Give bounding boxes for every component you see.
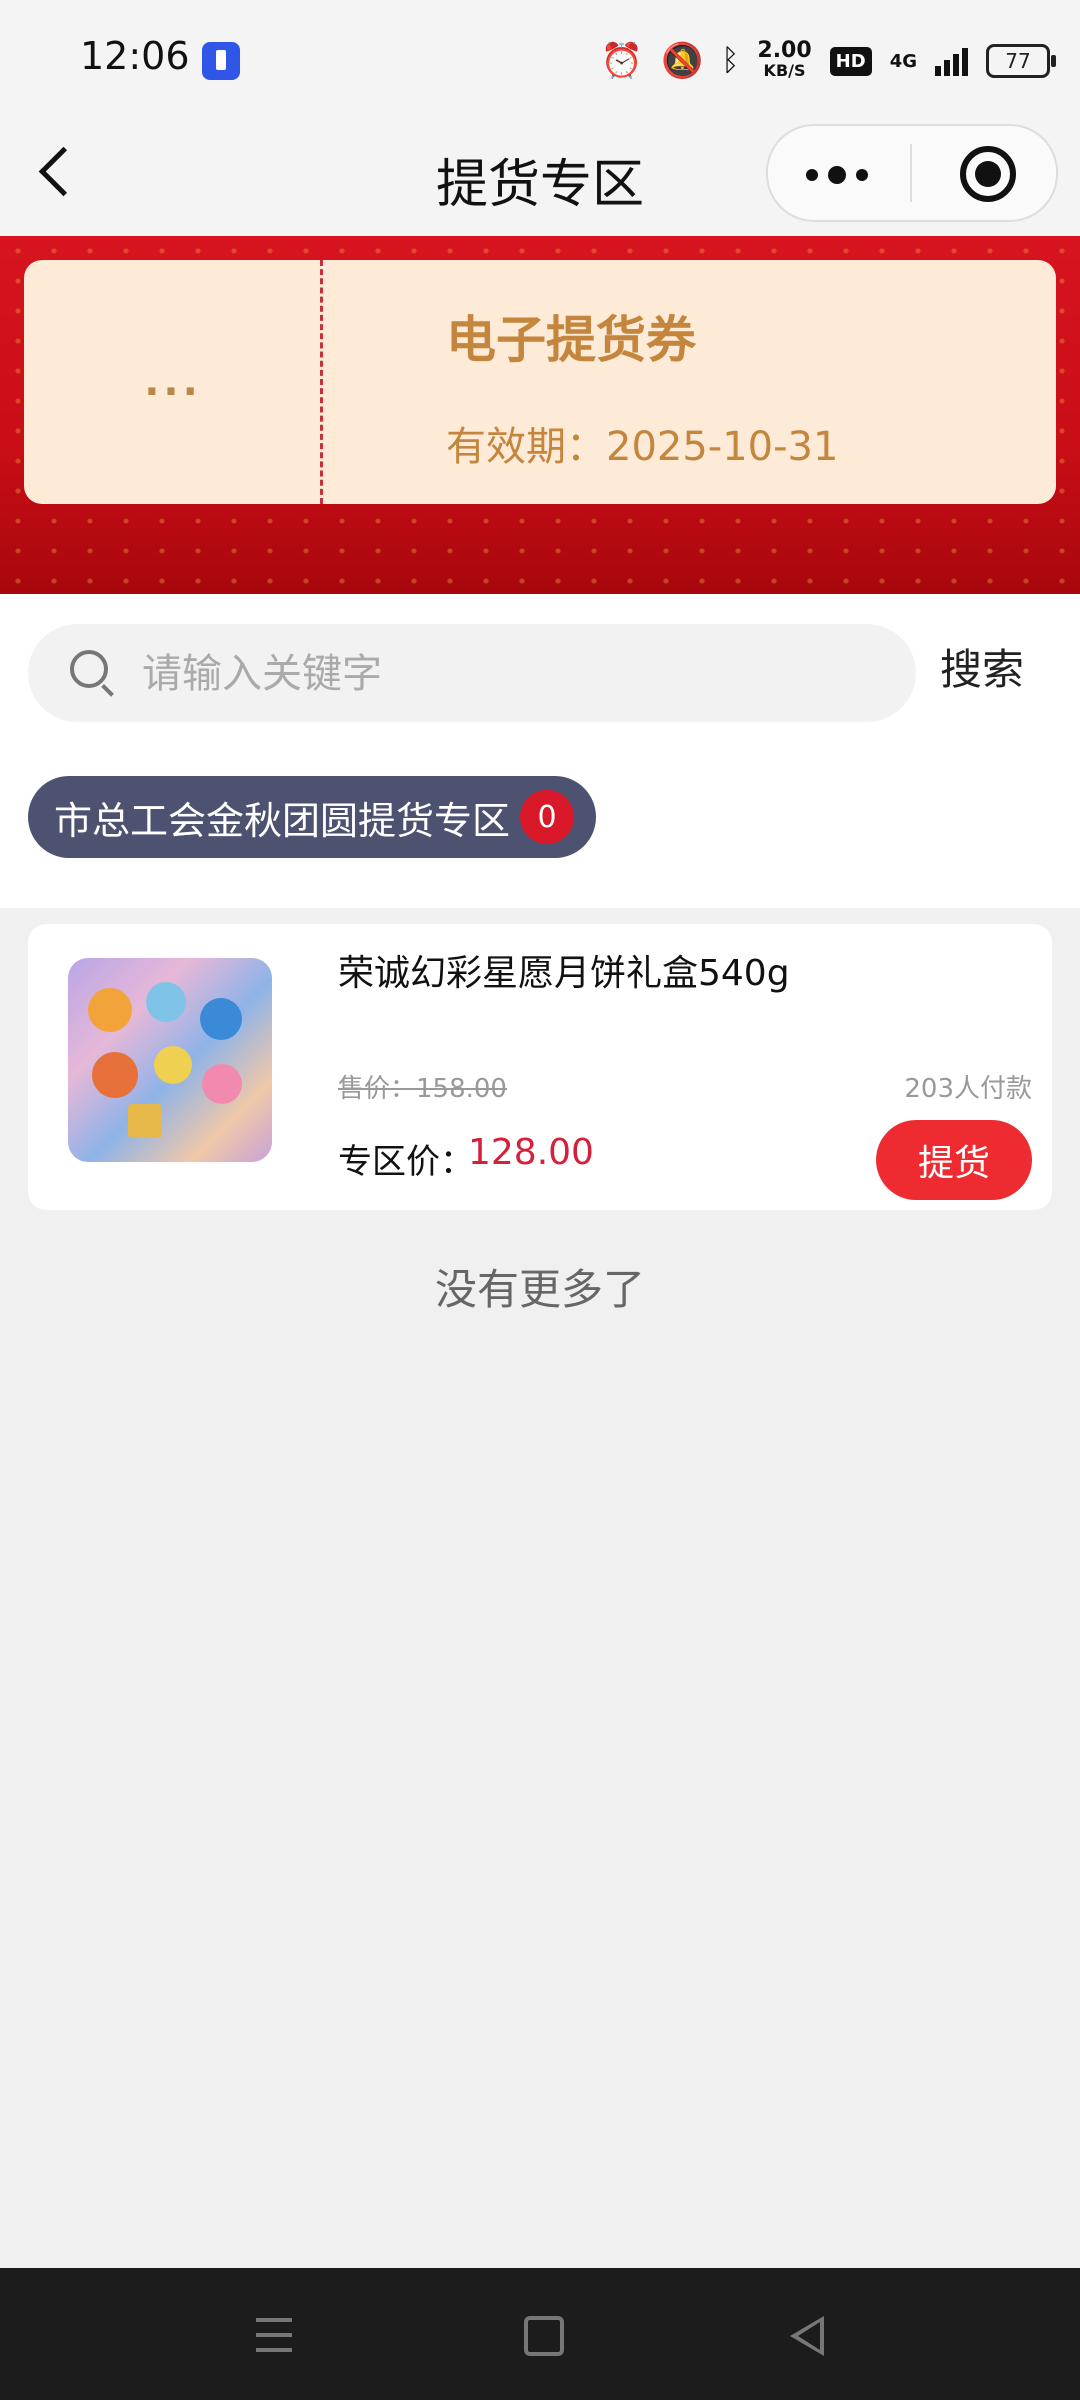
product-name: 荣诚幻彩星愿月饼礼盒540g <box>338 953 790 994</box>
coupon-left: ... <box>24 260 322 504</box>
nav-bar: 提货专区 <box>0 120 1080 236</box>
flashlight-app-icon <box>202 42 240 80</box>
system-nav-bar <box>0 2268 1080 2400</box>
recent-apps-icon[interactable] <box>256 2318 292 2352</box>
miniprogram-capsule <box>766 124 1058 222</box>
category-tag-label: 市总工会金秋团圆提货专区 <box>54 798 511 843</box>
coupon-banner: ... 电子提货券 有效期：2025-10-31 <box>0 236 1080 594</box>
mute-bell-icon: 🔕 <box>661 41 704 81</box>
search-button[interactable]: 搜索 <box>940 636 1024 697</box>
no-more-text: 没有更多了 <box>434 1265 645 1314</box>
search-input[interactable] <box>140 642 884 706</box>
alarm-icon: ⏰ <box>600 41 644 81</box>
network-speed: 2.00 KB/S <box>757 38 812 81</box>
coupon-left-text: ... <box>144 359 202 405</box>
product-image <box>68 958 272 1162</box>
network-type: 4G <box>889 50 917 72</box>
close-miniprogram-icon[interactable] <box>960 146 1016 202</box>
more-icon[interactable] <box>806 166 868 184</box>
network-speed-unit: KB/S <box>763 61 806 80</box>
search-icon <box>70 650 108 688</box>
capsule-divider <box>910 144 912 202</box>
category-count-badge: 0 <box>520 790 575 844</box>
coupon-card: ... 电子提货券 有效期：2025-10-31 <box>24 260 1056 504</box>
bluetooth-icon: ᛒ <box>721 43 740 78</box>
product-buyers-count: 203人付款 <box>904 1074 1032 1104</box>
product-zone-price-label: 专区价： <box>338 1142 474 1182</box>
coupon-validity: 有效期：2025-10-31 <box>446 424 839 470</box>
signal-icon <box>935 46 968 76</box>
battery-icon: 77 <box>986 44 1056 78</box>
search-box <box>28 624 916 722</box>
product-card[interactable]: 荣诚幻彩星愿月饼礼盒540g 售价：158.00 203人付款 专区价： 128… <box>28 924 1052 1210</box>
product-original-price: 售价：158.00 <box>338 1074 507 1104</box>
hd-icon: HD <box>829 46 872 76</box>
search-section: 搜索 市总工会金秋团圆提货专区 0 <box>0 594 1080 908</box>
back-triangle-icon[interactable] <box>790 2316 824 2356</box>
product-zone-price: 128.00 <box>468 1132 594 1173</box>
redeem-button[interactable]: 提货 <box>876 1120 1032 1200</box>
coupon-title: 电子提货券 <box>446 311 696 369</box>
status-bar: 12:06 ⏰ 🔕 ᛒ 2.00 KB/S HD 4G 77 <box>0 0 1080 120</box>
category-tag[interactable]: 市总工会金秋团圆提货专区 0 <box>28 776 597 858</box>
home-icon[interactable] <box>524 2316 564 2356</box>
network-speed-value: 2.00 <box>757 38 812 63</box>
status-time: 12:06 <box>80 34 190 78</box>
coupon-divider <box>320 260 323 504</box>
status-icons: ⏰ 🔕 ᛒ 2.00 KB/S HD 4G 77 <box>600 36 1056 86</box>
